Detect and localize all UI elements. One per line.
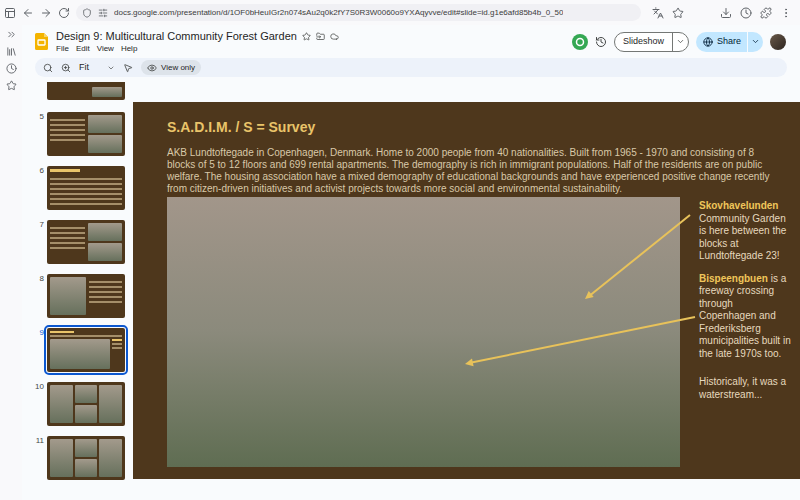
slide-thumbnail[interactable] bbox=[47, 220, 125, 264]
filmstrip-item[interactable]: 9 bbox=[35, 328, 132, 372]
account-avatar[interactable] bbox=[770, 34, 786, 50]
menu-icon[interactable] bbox=[780, 7, 792, 19]
browser-window: docs.google.com/presentation/d/1OF0bHeuI… bbox=[0, 0, 800, 500]
reload-icon[interactable] bbox=[58, 7, 70, 19]
slideshow-dropdown-icon[interactable] bbox=[676, 37, 685, 46]
filmstrip-item[interactable]: 8 bbox=[35, 274, 132, 318]
toolbar: Fit View only bbox=[35, 58, 787, 77]
history-icon[interactable] bbox=[740, 7, 752, 19]
menu-bar: File Edit View Help bbox=[56, 43, 339, 54]
shield-icon[interactable] bbox=[82, 8, 92, 18]
address-bar[interactable]: docs.google.com/presentation/d/1OF0bHeuI… bbox=[76, 4, 641, 21]
app-header: Design 9: Multicultural Community Forest… bbox=[22, 25, 800, 58]
tabs-icon[interactable] bbox=[4, 7, 16, 19]
menu-item[interactable]: Edit bbox=[76, 43, 90, 54]
recent-icon[interactable] bbox=[6, 63, 17, 74]
browser-sidebar bbox=[0, 25, 22, 500]
filmstrip-item[interactable]: 11 bbox=[35, 436, 132, 480]
aerial-photo bbox=[167, 197, 680, 467]
slide-thumbnail[interactable] bbox=[47, 382, 125, 426]
filmstrip-item[interactable]: 10 bbox=[35, 382, 132, 426]
search-icon[interactable] bbox=[43, 63, 53, 73]
share-button[interactable]: Share bbox=[696, 32, 763, 52]
library-icon[interactable] bbox=[6, 46, 17, 57]
page-settings-icon[interactable] bbox=[98, 8, 108, 18]
slide: S.A.D.I.M. / S = Survey AKB Lundtoftegade… bbox=[133, 102, 800, 479]
slideshow-button[interactable]: Slideshow bbox=[614, 32, 689, 52]
move-icon[interactable] bbox=[316, 32, 325, 41]
menu-item[interactable]: File bbox=[56, 43, 69, 54]
slide-thumbnail[interactable] bbox=[47, 328, 125, 372]
slide-thumbnail[interactable] bbox=[47, 274, 125, 318]
share-dropdown-icon[interactable] bbox=[751, 37, 760, 46]
meet-icon[interactable] bbox=[572, 34, 588, 50]
view-only-badge[interactable]: View only bbox=[141, 60, 201, 75]
forward-icon[interactable] bbox=[40, 7, 52, 19]
filmstrip: 5 6 7 8 9 10 11 bbox=[22, 80, 132, 500]
annotation-note: Historically, it was a waterstream... bbox=[699, 376, 791, 401]
browser-toolbar: docs.google.com/presentation/d/1OF0bHeuI… bbox=[0, 0, 800, 25]
filmstrip-item[interactable]: 7 bbox=[35, 220, 132, 264]
zoom-icon[interactable] bbox=[61, 63, 71, 73]
bookmark-icon[interactable] bbox=[672, 7, 684, 19]
star-icon[interactable] bbox=[302, 32, 311, 41]
menu-item[interactable]: View bbox=[97, 43, 114, 54]
slide-canvas: S.A.D.I.M. / S = Survey AKB Lundtoftegade… bbox=[132, 80, 800, 500]
slide-title: S.A.D.I.M. / S = Survey bbox=[167, 117, 800, 137]
cloud-status-icon[interactable] bbox=[330, 32, 339, 41]
annotation: Skovhavelunden Community Garden is here … bbox=[699, 200, 791, 263]
annotation: Bispeengbuen is a freeway crossing throu… bbox=[699, 273, 791, 361]
annotation-arrows-icon bbox=[133, 102, 800, 479]
address-text[interactable]: docs.google.com/presentation/d/1OF0bHeuI… bbox=[114, 7, 563, 19]
favorites-icon[interactable] bbox=[6, 80, 17, 91]
slide-thumbnail[interactable] bbox=[47, 112, 125, 156]
slide-thumbnail[interactable] bbox=[47, 82, 125, 100]
filmstrip-item[interactable]: 5 bbox=[35, 112, 132, 156]
menu-item[interactable]: Help bbox=[121, 43, 137, 54]
slide-thumbnail[interactable] bbox=[47, 436, 125, 480]
globe-icon bbox=[703, 37, 713, 47]
filmstrip-item[interactable]: 6 bbox=[35, 166, 132, 210]
slides-app: Design 9: Multicultural Community Forest… bbox=[22, 25, 800, 500]
eye-icon bbox=[147, 63, 157, 73]
slides-logo-icon[interactable] bbox=[35, 33, 48, 50]
zoom-select[interactable]: Fit bbox=[79, 61, 115, 75]
annotations: Skovhavelunden Community Garden is here … bbox=[699, 197, 791, 467]
translate-icon[interactable] bbox=[652, 7, 664, 19]
document-title[interactable]: Design 9: Multicultural Community Forest… bbox=[56, 29, 297, 43]
slide-body: AKB Lundtoftegade in Copenhagen, Denmark… bbox=[167, 147, 779, 195]
expand-icon[interactable] bbox=[6, 29, 17, 40]
select-icon[interactable] bbox=[123, 63, 133, 73]
back-icon[interactable] bbox=[22, 7, 34, 19]
download-icon[interactable] bbox=[720, 7, 732, 19]
version-history-icon[interactable] bbox=[595, 36, 607, 48]
extensions-icon[interactable] bbox=[760, 7, 772, 19]
zoom-dropdown-icon bbox=[107, 64, 115, 72]
slide-thumbnail[interactable] bbox=[47, 166, 125, 210]
